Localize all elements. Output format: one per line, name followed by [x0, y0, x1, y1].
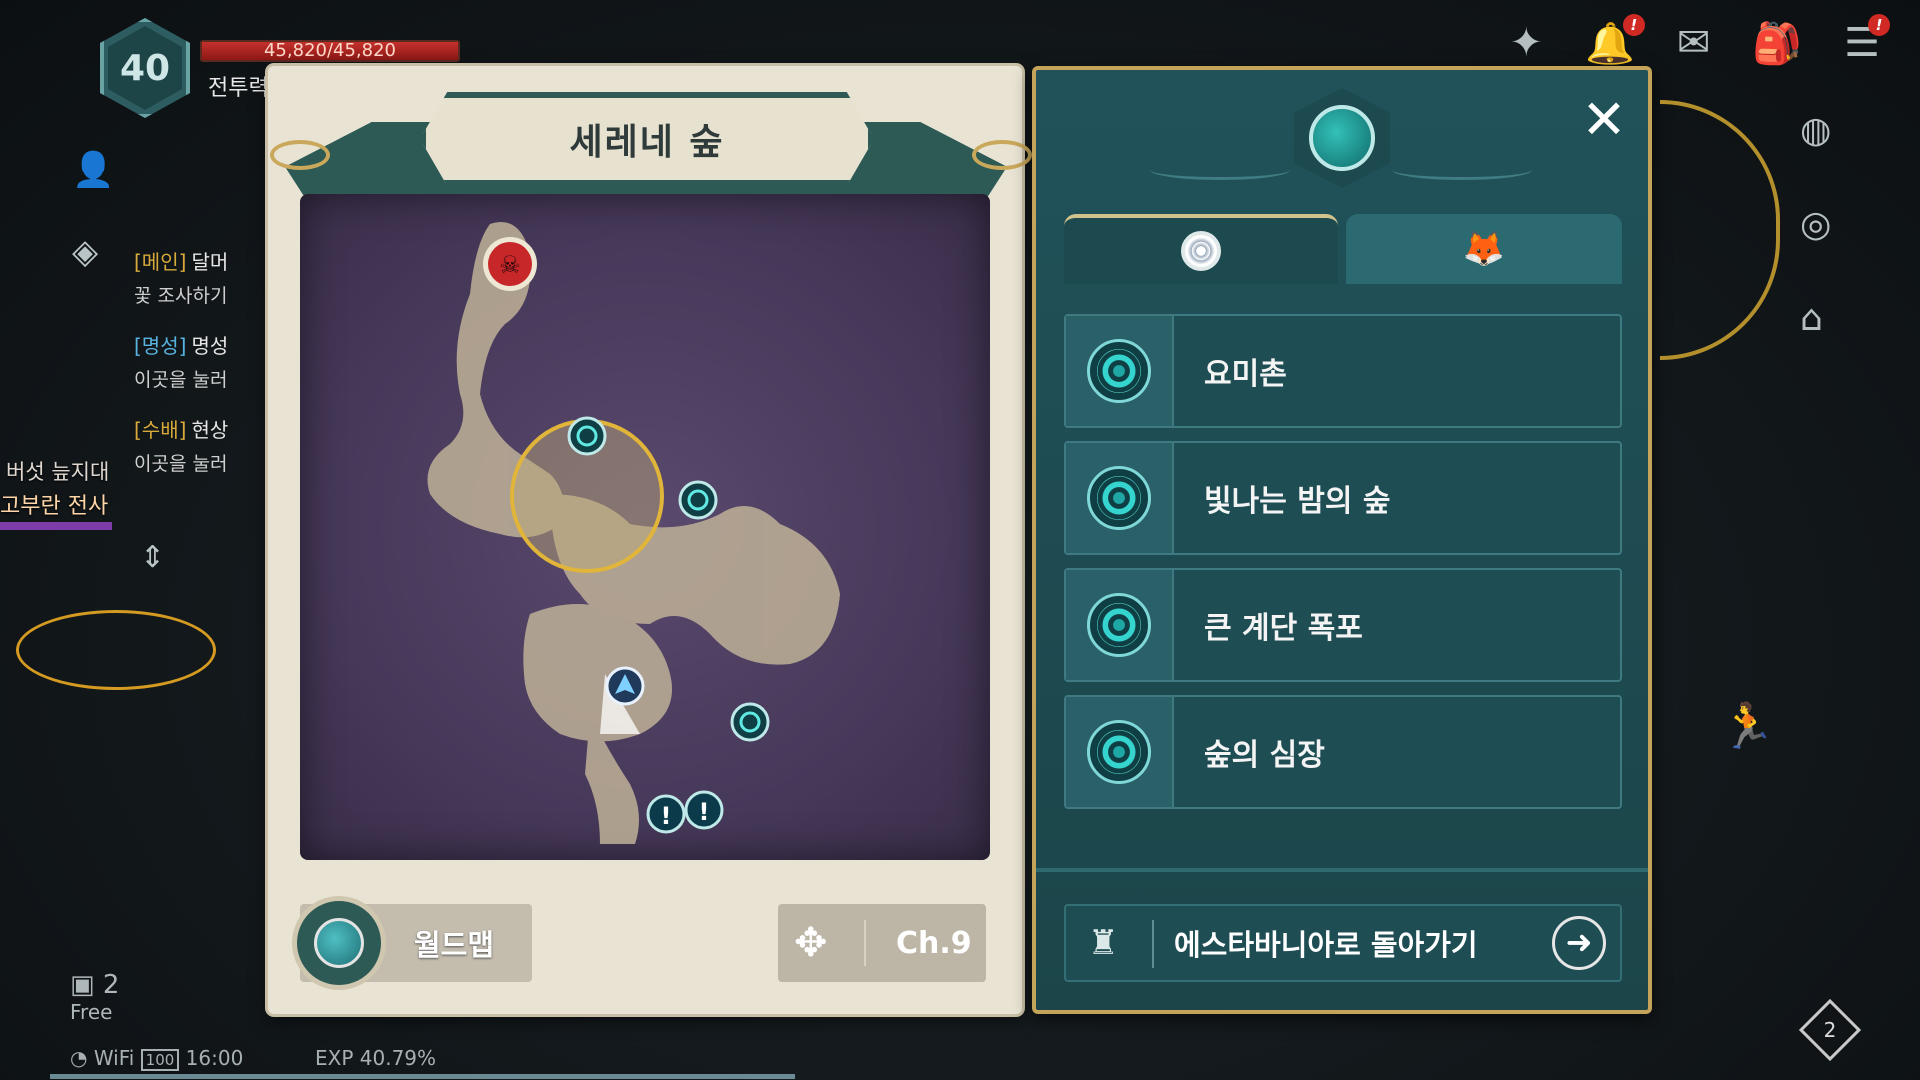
quest-name: 명성: [191, 334, 229, 358]
alert-dot: !: [1868, 14, 1890, 36]
return-button[interactable]: ♜ 에스타바니아로 돌아가기 ➜: [1064, 904, 1622, 982]
waypoint-label: 빛나는 밤의 숲: [1204, 484, 1391, 519]
clock: 16:00: [185, 1046, 244, 1070]
wifi-icon: ◔: [70, 1046, 88, 1070]
map-title-plaque: 세레네 숲: [420, 92, 874, 186]
divider: [1152, 920, 1154, 968]
wifi-label: WiFi: [93, 1046, 135, 1070]
move-arrows-icon: ✥: [794, 920, 828, 966]
svg-text:!: !: [661, 802, 672, 830]
level-badge[interactable]: 40: [100, 18, 190, 118]
ornament-left: [270, 140, 330, 170]
globe-icon: [292, 896, 386, 990]
ornament-right: [972, 140, 1032, 170]
tab-companions[interactable]: 🦊: [1346, 214, 1622, 284]
waypoint-marker-icon[interactable]: [567, 416, 607, 456]
quest-sub: 이곳을 눌러: [134, 453, 228, 475]
quest-marker-icon[interactable]: !: [684, 790, 724, 830]
spiral-icon: [1087, 720, 1151, 784]
quest-list: [메인] 달머 꽃 조사하기 [명성] 명성 이곳을 눌러 [수배] 현상 이곳…: [134, 246, 284, 498]
hp-text: 45,820/45,820: [263, 40, 397, 61]
quest-item[interactable]: [명성] 명성 이곳을 눌러: [134, 330, 284, 392]
boss-marker-icon[interactable]: ☠: [483, 237, 537, 291]
battery-indicator: 100: [140, 1049, 180, 1071]
waypoint-item[interactable]: 빛나는 밤의 숲: [1064, 441, 1622, 555]
sprint-icon[interactable]: 🏃: [1720, 700, 1775, 752]
ornament-right: [1392, 160, 1532, 180]
spiral-icon: [1181, 231, 1221, 271]
event-icon[interactable]: ✦: [1509, 20, 1543, 67]
enemy-hp-bar: [0, 522, 112, 530]
exp-bar: [50, 1074, 795, 1079]
svg-text:☠: ☠: [499, 251, 521, 279]
enemy-name: 고부란 전사: [0, 494, 109, 519]
hamburger-menu-icon[interactable]: ☰!: [1844, 14, 1890, 67]
close-button[interactable]: ✕: [1576, 92, 1632, 148]
combat-power-label: 전투력: [208, 76, 269, 101]
waypoint-label: 큰 계단 폭포: [1204, 611, 1363, 646]
notification-bell-icon[interactable]: 🔔!: [1585, 14, 1645, 67]
quest-name: 현상: [191, 418, 229, 442]
backpack-icon[interactable]: 🎒: [1752, 20, 1802, 67]
add-friend-icon[interactable]: 👤: [72, 150, 114, 190]
divider: [1036, 868, 1648, 872]
waypoint-label: 요미촌: [1204, 357, 1287, 392]
channel-button[interactable]: ✥ Ch.9: [778, 904, 986, 982]
gate-icon[interactable]: ⌂: [1800, 298, 1823, 339]
quest-tag: [수배]: [134, 418, 187, 442]
svg-text:!: !: [699, 798, 710, 826]
spiral-icon: [1087, 339, 1151, 403]
exp-label: EXP 40.79%: [315, 1046, 437, 1070]
world-map-label: 월드맵: [414, 928, 495, 962]
target-ring: [16, 610, 216, 690]
waypoint-label: 숲의 심장: [1204, 738, 1325, 773]
waypoint-item[interactable]: 요미촌: [1064, 314, 1622, 428]
waypoint-marker-icon[interactable]: [678, 480, 718, 520]
video-camera-icon: ▣ 2: [70, 970, 120, 1000]
spiral-icon[interactable]: ◎: [1800, 204, 1831, 245]
quest-sub: 이곳을 눌러: [134, 369, 228, 391]
map-title: 세레네 숲: [569, 122, 725, 163]
waypoint-list: 요미촌 빛나는 밤의 숲 큰 계단 폭포 숲의 심장: [1064, 314, 1622, 822]
hp-bar: 45,820/45,820: [200, 40, 460, 62]
quest-tag: [메인]: [134, 250, 187, 274]
quest-alert-icon[interactable]: ◈: [72, 232, 98, 272]
tab-waypoints[interactable]: [1064, 214, 1338, 284]
quest-sub: 꽃 조사하기: [134, 285, 228, 307]
quest-marker-icon[interactable]: !: [646, 794, 686, 834]
channel-label: Ch.9: [896, 925, 972, 961]
quest-name: 달머: [191, 250, 229, 274]
quest-tag: [명성]: [134, 334, 187, 358]
alert-dot: !: [1622, 14, 1645, 36]
quest-item[interactable]: [수배] 현상 이곳을 눌러: [134, 414, 284, 476]
world-map-button[interactable]: 월드맵: [292, 896, 532, 990]
expand-toggle-icon[interactable]: ⇕: [140, 540, 165, 575]
mail-icon[interactable]: ✉: [1677, 20, 1711, 67]
free-label: Free: [70, 1000, 113, 1024]
quest-item[interactable]: [메인] 달머 꽃 조사하기: [134, 246, 284, 308]
region-map[interactable]: ☠ ! !: [300, 194, 990, 860]
waypoint-item[interactable]: 숲의 심장: [1064, 695, 1622, 809]
ornament-left: [1150, 160, 1290, 180]
waypoint-item[interactable]: 큰 계단 폭포: [1064, 568, 1622, 682]
return-label: 에스타바니아로 돌아가기: [1174, 928, 1478, 962]
status-bar: ◔ WiFi 100 16:00: [70, 1046, 244, 1071]
map-terrain: ☠ ! !: [427, 222, 840, 844]
waypoint-marker-icon[interactable]: [730, 702, 770, 742]
top-right-menu: ✦ 🔔! ✉ 🎒 ☰!: [1509, 14, 1890, 67]
divider: [864, 920, 866, 966]
area-name: 버섯 늪지대: [6, 460, 110, 484]
spiral-icon: [1087, 466, 1151, 530]
free-count: 2: [102, 970, 120, 1000]
castle-icon: ♜: [1088, 923, 1119, 963]
page-badge-number: 2: [1823, 1018, 1837, 1042]
spiral-icon: [1087, 593, 1151, 657]
level-number: 40: [119, 47, 171, 89]
arrow-right-icon: ➜: [1552, 916, 1606, 970]
fox-icon: 🦊: [1462, 229, 1506, 269]
globe-icon[interactable]: ◍: [1800, 110, 1831, 151]
free-video-box[interactable]: ▣ 2 Free: [70, 970, 119, 1024]
